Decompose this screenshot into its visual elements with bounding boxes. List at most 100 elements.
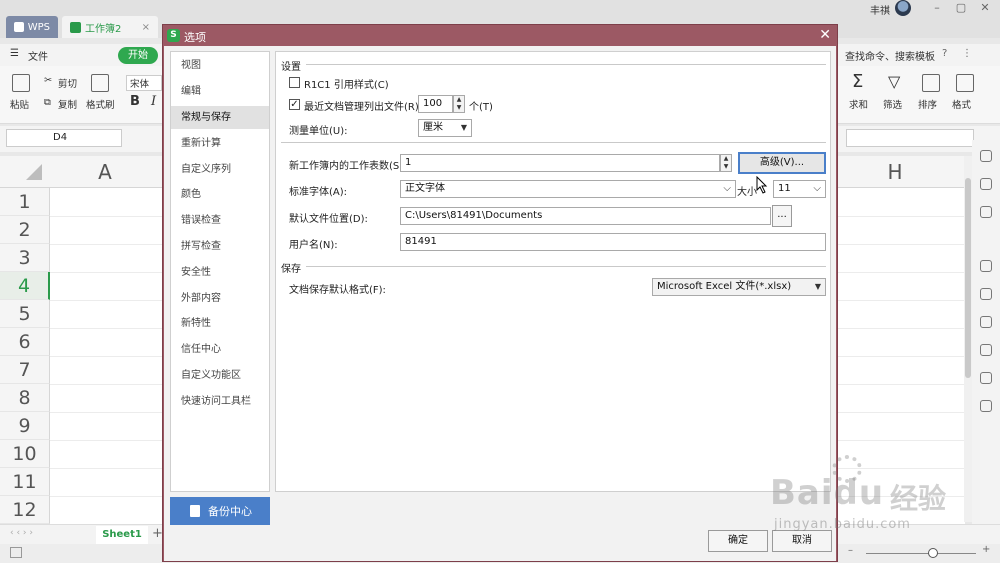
nav-item-customize-ribbon[interactable]: 自定义功能区 bbox=[171, 364, 269, 387]
row-header[interactable]: 2 bbox=[0, 216, 50, 244]
row-header[interactable]: 5 bbox=[0, 300, 50, 328]
dialog-close-icon[interactable]: ✕ bbox=[819, 27, 831, 43]
sheets-count-stepper[interactable]: ▲ ▼ bbox=[720, 154, 732, 172]
maximize-icon[interactable]: ▢ bbox=[954, 1, 968, 15]
recent-files-stepper[interactable]: ▲ ▼ bbox=[453, 95, 465, 113]
row-header[interactable]: 9 bbox=[0, 412, 50, 440]
nav-item-recalculate[interactable]: 重新计算 bbox=[171, 132, 269, 155]
status-icon[interactable] bbox=[10, 547, 22, 558]
save-format-value: Microsoft Excel 文件(*.xlsx) bbox=[657, 281, 792, 292]
name-box[interactable]: D4 bbox=[6, 129, 122, 147]
formula-input[interactable] bbox=[846, 129, 974, 147]
recent-files-checkbox[interactable]: ✓ bbox=[289, 99, 300, 110]
row-header[interactable]: 8 bbox=[0, 384, 50, 412]
zoom-slider[interactable] bbox=[866, 553, 976, 554]
dialog-titlebar[interactable]: S 选项 ✕ bbox=[163, 25, 837, 46]
bold-icon[interactable]: B bbox=[130, 94, 140, 109]
minimize-icon[interactable]: – bbox=[930, 1, 944, 15]
sort-icon[interactable] bbox=[922, 74, 940, 92]
nav-item-new-features[interactable]: 新特性 bbox=[171, 312, 269, 335]
nav-item-security[interactable]: 安全性 bbox=[171, 261, 269, 284]
row-header[interactable]: 7 bbox=[0, 356, 50, 384]
cut-icon[interactable]: ✂ bbox=[44, 75, 52, 86]
paste-label[interactable]: 粘贴 bbox=[10, 97, 29, 111]
username-input[interactable]: 81491 bbox=[400, 233, 826, 251]
tab-workbook[interactable]: 工作簿2 × bbox=[62, 16, 158, 38]
row-header[interactable]: 3 bbox=[0, 244, 50, 272]
box-icon[interactable] bbox=[980, 288, 992, 300]
recent-files-input[interactable]: 100 bbox=[418, 95, 453, 113]
row-header[interactable]: 11 bbox=[0, 468, 50, 496]
close-window-icon[interactable]: ✕ bbox=[978, 1, 992, 15]
italic-icon[interactable]: I bbox=[151, 94, 156, 109]
shapes-icon[interactable] bbox=[980, 178, 992, 190]
filter-label[interactable]: 筛选 bbox=[883, 97, 902, 111]
measure-unit-select[interactable]: 厘米 ▼ bbox=[418, 119, 472, 137]
select-all-icon[interactable] bbox=[26, 164, 42, 180]
nav-item-error-check[interactable]: 错误检查 bbox=[171, 209, 269, 232]
cursor-icon[interactable] bbox=[980, 150, 992, 162]
nav-item-colors[interactable]: 颜色 bbox=[171, 183, 269, 206]
backup-center-button[interactable]: 备份中心 bbox=[170, 497, 270, 525]
format-icon[interactable] bbox=[956, 74, 974, 92]
filter-icon[interactable]: ▽ bbox=[888, 72, 900, 91]
row-header[interactable]: 12 bbox=[0, 496, 50, 524]
advanced-button[interactable]: 高级(V)... bbox=[738, 152, 826, 174]
sum-icon[interactable]: Σ bbox=[852, 71, 863, 92]
sum-label[interactable]: 求和 bbox=[849, 97, 868, 111]
nav-item-edit[interactable]: 编辑 bbox=[171, 80, 269, 103]
format-label[interactable]: 格式 bbox=[952, 97, 971, 111]
zoom-knob[interactable] bbox=[928, 548, 938, 558]
sheets-count-input[interactable]: 1 bbox=[400, 154, 720, 172]
history-icon[interactable] bbox=[980, 344, 992, 356]
nav-item-view[interactable]: 视图 bbox=[171, 54, 269, 77]
nav-item-custom-lists[interactable]: 自定义序列 bbox=[171, 158, 269, 181]
nav-item-spell-check[interactable]: 拼写检查 bbox=[171, 235, 269, 258]
share-icon[interactable] bbox=[980, 316, 992, 328]
font-name-select[interactable]: 宋体 bbox=[126, 75, 162, 91]
hamburger-icon[interactable]: ☰ bbox=[10, 48, 19, 59]
format-painter-label[interactable]: 格式刷 bbox=[86, 97, 115, 111]
zoom-in-icon[interactable]: + bbox=[982, 544, 990, 555]
copy-icon[interactable]: ⧉ bbox=[44, 97, 51, 108]
format-painter-icon[interactable] bbox=[91, 74, 109, 92]
row-header[interactable]: 6 bbox=[0, 328, 50, 356]
gallery-icon[interactable] bbox=[980, 206, 992, 218]
nav-item-external-content[interactable]: 外部内容 bbox=[171, 287, 269, 310]
save-format-select[interactable]: Microsoft Excel 文件(*.xlsx) ▼ bbox=[652, 278, 826, 296]
ok-button[interactable]: 确定 bbox=[708, 530, 768, 552]
tab-start[interactable]: 开始 bbox=[118, 47, 158, 64]
font-size-select[interactable]: 11 ⌵ bbox=[773, 180, 826, 198]
r1c1-checkbox[interactable] bbox=[289, 77, 300, 88]
cut-label[interactable]: 剪切 bbox=[58, 76, 77, 90]
file-menu[interactable]: 文件 bbox=[28, 48, 48, 63]
row-header[interactable]: 10 bbox=[0, 440, 50, 468]
copy-label[interactable]: 复制 bbox=[58, 97, 77, 111]
avatar[interactable] bbox=[895, 0, 911, 16]
column-header-a[interactable]: A bbox=[60, 156, 150, 188]
zoom-out-icon[interactable]: – bbox=[848, 545, 853, 556]
wps-logo-icon bbox=[14, 22, 24, 32]
tab-close-icon[interactable]: × bbox=[142, 22, 150, 33]
pin-icon[interactable] bbox=[980, 260, 992, 272]
row-header[interactable]: 1 bbox=[0, 188, 50, 216]
scrollbar-thumb[interactable] bbox=[965, 178, 971, 378]
browse-button[interactable]: ... bbox=[772, 205, 792, 227]
help-circle-icon[interactable] bbox=[980, 372, 992, 384]
sheet-nav-arrows-icon[interactable]: ‹ ‹ › › bbox=[10, 528, 33, 538]
sort-label[interactable]: 排序 bbox=[918, 97, 937, 111]
default-location-input[interactable]: C:\Users\81491\Documents bbox=[400, 207, 771, 225]
grid-apps-icon[interactable] bbox=[980, 400, 992, 412]
nav-item-trust-center[interactable]: 信任中心 bbox=[171, 338, 269, 361]
paste-icon[interactable] bbox=[12, 74, 30, 92]
more-icon[interactable]: ⋮ bbox=[962, 48, 972, 59]
row-header-active[interactable]: 4 bbox=[0, 272, 50, 300]
sheet-tab-sheet1[interactable]: Sheet1 bbox=[96, 526, 148, 544]
search-commands[interactable]: 查找命令、搜索模板 bbox=[845, 48, 935, 63]
tab-wps[interactable]: WPS bbox=[6, 16, 58, 38]
standard-font-select[interactable]: 正文字体 ⌵ bbox=[400, 180, 736, 198]
nav-item-general-save[interactable]: 常规与保存 bbox=[171, 106, 269, 129]
help-icon[interactable]: ? bbox=[942, 48, 947, 59]
nav-item-quick-access[interactable]: 快速访问工具栏 bbox=[171, 390, 269, 413]
column-header-h[interactable]: H bbox=[850, 156, 940, 188]
